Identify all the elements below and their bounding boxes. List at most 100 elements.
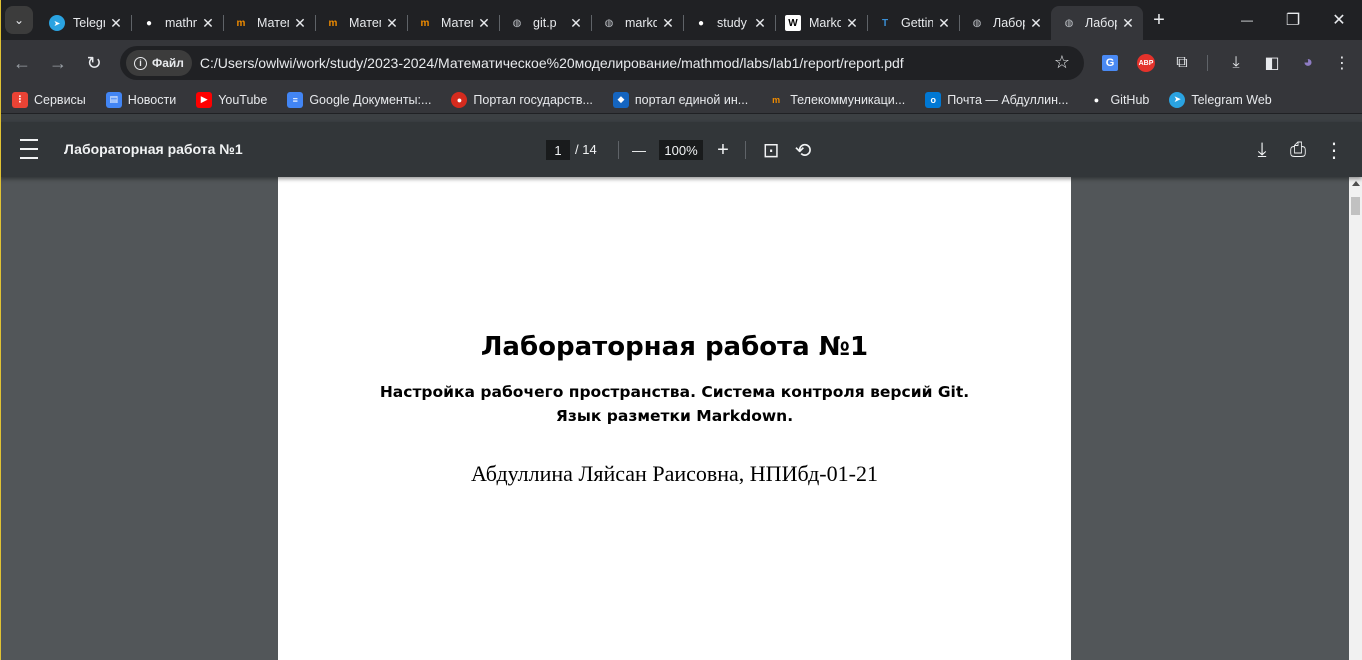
rotate-button[interactable]: ⟲: [789, 136, 817, 164]
close-icon[interactable]: ✕: [753, 15, 767, 32]
bookmark-item[interactable]: ➤ Telegram Web: [1169, 91, 1272, 108]
bookmark-star-icon[interactable]: ☆: [1054, 52, 1070, 73]
bookmark-item[interactable]: ◆ портал единой ин...: [612, 91, 749, 108]
tab[interactable]: ◍ markdown ✕: [591, 6, 683, 40]
close-icon[interactable]: ✕: [1121, 15, 1135, 32]
tab-title: Математическое: [257, 16, 289, 30]
bookmark-item[interactable]: ⋮ Сервисы: [12, 91, 86, 108]
tab[interactable]: T Getting ✕: [867, 6, 959, 40]
new-tab-button[interactable]: +: [1145, 6, 1173, 34]
docs-icon: ≡: [287, 91, 304, 108]
close-icon[interactable]: ✕: [201, 15, 215, 32]
more-options-button[interactable]: ⋮: [1320, 136, 1348, 164]
restore-icon: ❐: [1285, 12, 1301, 29]
fit-page-button[interactable]: ⊡: [757, 136, 785, 164]
back-button[interactable]: ←: [4, 45, 40, 81]
scroll-up-arrow-icon[interactable]: [1352, 181, 1360, 186]
puzzle-button[interactable]: ⧉: [1167, 48, 1197, 78]
chevron-down-icon: ⌄: [13, 13, 25, 27]
reload-button[interactable]: ↻: [76, 45, 112, 81]
tab[interactable]: W Markdown ✕: [775, 6, 867, 40]
tab-list: ➤Telegram Web✕●mathmod✕mМатематическое✕m…: [39, 0, 1143, 40]
bookmark-item[interactable]: ▶ YouTube: [196, 91, 268, 108]
gosuslugi-icon: ●: [451, 91, 468, 108]
scroll-thumb[interactable]: [1351, 197, 1360, 215]
close-icon[interactable]: ✕: [845, 15, 859, 32]
zoom-out-button[interactable]: —: [625, 136, 653, 164]
subtitle-line-2: Язык разметки Markdown.: [555, 407, 794, 425]
sidepanel-button[interactable]: ◧: [1257, 48, 1287, 78]
bookmark-label: Telegram Web: [1191, 92, 1272, 107]
arrow-left-icon: ←: [13, 52, 31, 73]
telegram-icon: ➤: [1169, 91, 1186, 108]
bookmark-item[interactable]: ● GitHub: [1088, 92, 1150, 108]
toolbar-separator: [745, 141, 746, 159]
wikipedia-icon: W: [785, 15, 801, 31]
close-icon[interactable]: ✕: [477, 15, 491, 32]
mirea-icon: m: [772, 94, 781, 105]
bookmark-label: YouTube: [218, 92, 268, 107]
translate-icon: G: [1102, 55, 1118, 71]
bookmark-label: портал единой ин...: [634, 92, 749, 107]
adblock-button[interactable]: ABP: [1131, 48, 1161, 78]
tab[interactable]: m Математическое ✕: [315, 6, 407, 40]
zoom-in-button[interactable]: +: [709, 136, 737, 164]
close-icon[interactable]: ✕: [937, 15, 951, 32]
close-icon[interactable]: ✕: [1029, 15, 1043, 32]
mirea-icon: m: [236, 17, 246, 29]
tab[interactable]: ◍ Лабораторная ✕: [1051, 6, 1143, 40]
close-window-button[interactable]: ✕: [1316, 0, 1362, 40]
tab[interactable]: ● study ✕: [683, 6, 775, 40]
globe-icon: ◍: [604, 17, 614, 29]
print-button[interactable]: ⎙: [1284, 136, 1312, 164]
forward-button[interactable]: →: [40, 45, 76, 81]
bookmark-item[interactable]: ● Портал государств...: [451, 91, 593, 108]
profile-button[interactable]: ◕: [1293, 48, 1323, 78]
close-icon[interactable]: ✕: [569, 15, 583, 32]
close-icon: ✕: [1332, 12, 1346, 29]
bookmark-item[interactable]: o Почта — Абдуллин...: [925, 91, 1068, 108]
window-frame-edge: [0, 0, 1, 660]
tab[interactable]: m Математическое ✕: [223, 6, 315, 40]
close-icon[interactable]: ✕: [385, 15, 399, 32]
url-text[interactable]: C:/Users/owlwi/work/study/2023-2024/Мате…: [200, 55, 904, 71]
toolbar-separator: [1207, 55, 1208, 71]
telegram-icon: ➤: [49, 15, 65, 31]
tab-title: Telegram Web: [73, 16, 105, 30]
bookmarks-bar: ⋮ Сервисы ▤ Новости ▶ YouTube ≡ Google Документ…: [0, 86, 1362, 114]
download-button[interactable]: ⤓: [1248, 136, 1276, 164]
download-button[interactable]: ⤓: [1221, 48, 1251, 78]
pdf-viewport[interactable]: Лабораторная работа №1 Настройка рабочег…: [0, 177, 1362, 660]
pdf-sidebar-menu-icon[interactable]: [20, 139, 44, 159]
zoom-input[interactable]: 100%: [659, 140, 703, 160]
tab[interactable]: ◍ git.p ✕: [499, 6, 591, 40]
tab[interactable]: ◍ Лабораторная ✕: [959, 6, 1051, 40]
tab[interactable]: ➤ Telegram Web ✕: [39, 6, 131, 40]
bookmark-item[interactable]: ≡ Google Документы:...: [287, 91, 431, 108]
vertical-scrollbar[interactable]: [1349, 177, 1362, 660]
site-info-chip[interactable]: i Файл: [126, 50, 192, 76]
tab[interactable]: m Математическое ✕: [407, 6, 499, 40]
address-bar[interactable]: i Файл C:/Users/owlwi/work/study/2023-20…: [120, 46, 1084, 80]
mirea-icon: m: [420, 17, 430, 29]
page-number-input[interactable]: 1: [546, 140, 570, 160]
document-title: Лабораторная работа №1: [480, 332, 869, 362]
restore-button[interactable]: ❐: [1270, 0, 1316, 40]
outlook-icon: o: [925, 91, 942, 108]
menu-icon: ⋮: [1334, 55, 1350, 72]
toolbar-divider: [0, 114, 1362, 122]
tab[interactable]: ● mathmod ✕: [131, 6, 223, 40]
menu-button[interactable]: ⋮: [1327, 48, 1357, 78]
globe-icon: ◍: [972, 17, 982, 29]
puzzle-icon: ⧉: [1176, 54, 1188, 71]
bookmark-item[interactable]: m Телекоммуникаци...: [768, 92, 905, 108]
minimize-button[interactable]: —: [1224, 0, 1270, 40]
translate-button[interactable]: G: [1095, 48, 1125, 78]
bookmark-item[interactable]: ▤ Новости: [105, 91, 176, 108]
close-icon[interactable]: ✕: [293, 15, 307, 32]
tab-search-button[interactable]: ⌄: [5, 6, 33, 34]
tab-title: markdown: [625, 16, 657, 30]
close-icon[interactable]: ✕: [109, 15, 123, 32]
close-icon[interactable]: ✕: [661, 15, 675, 32]
mirea-icon: m: [328, 17, 338, 29]
